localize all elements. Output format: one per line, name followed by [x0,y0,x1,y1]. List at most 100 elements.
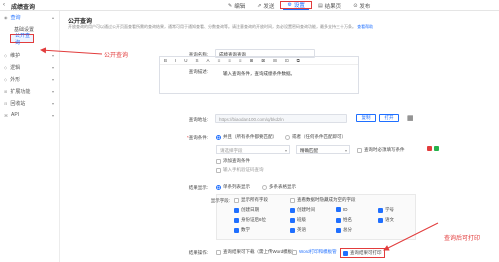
field-checkbox[interactable]: 学号 [378,207,394,213]
trash-icon: ⊟ [4,100,8,106]
align-center-icon[interactable]: ≡ [228,58,231,63]
sidebar-item-extensions[interactable]: ⊞ 扩展功能 ▾ [0,85,59,97]
checkbox-checked [234,227,239,233]
field-checkbox[interactable]: 创建时间 [290,207,315,213]
checkbox [234,197,239,203]
field-checkbox[interactable]: ID [336,207,348,212]
download-checkbox[interactable]: 查询结果可下载（需上传Word模板） [216,249,297,255]
radio-checked [216,134,221,140]
tab-results[interactable]: ▤ 结果页 [312,1,347,10]
link-icon[interactable]: ⊡ [285,58,289,64]
tab-settings[interactable]: ⚙ 设置 [280,1,312,10]
query-url-input[interactable]: https://biaodan100.com/q/bkdzln [215,114,347,123]
strike-icon[interactable]: S [196,58,199,63]
code-icon[interactable]: ⧉ [297,58,300,63]
sidebar-sub-public-query[interactable]: 公开查询 [10,33,34,46]
print-checkbox[interactable]: 查询结果可打印 [340,248,385,258]
radio-unchecked [285,134,290,140]
query-icon: ◉ [4,15,8,20]
doc-icon: ▤ [317,2,323,9]
add-cond-checkbox[interactable]: 添加查询条件 [216,158,250,164]
cond-or-radio[interactable]: 或者（任何条件匹配即可） [285,134,346,140]
chevron-down-icon: ▾ [51,64,54,70]
chevron-down-icon: ▾ [51,88,54,94]
checkbox [290,197,295,203]
field-checkbox[interactable]: 数学 [234,227,250,233]
sidebar-item-api[interactable]: ⌘ API ▾ [0,109,59,121]
checkbox-checked [234,207,239,213]
chevron-up-icon: ▴ [51,15,54,20]
tab-send[interactable]: ⇗ 发送 [251,1,280,10]
edit-icon: ✎ [228,2,233,9]
phone-verify-checkbox[interactable]: 输入手机验证码查询 [216,167,264,173]
publish-icon: ⊙ [353,2,358,9]
table-icon[interactable]: ⊞ [249,58,253,64]
align-right-icon[interactable]: ≡ [239,58,242,63]
help-link[interactable]: 查看帮助 [357,24,373,29]
italic-icon[interactable]: I [175,58,176,63]
chevron-down-icon: ▾ [51,76,54,82]
hide-empty-checkbox[interactable]: 查看数据时隐藏成为空的字段 [290,197,356,203]
checkbox [216,249,221,255]
field-checkbox[interactable]: 英语 [290,227,306,233]
checkbox-checked [336,217,341,223]
chevron-down-icon: ▾ [284,148,287,153]
maintain-icon: ◇ [4,52,8,58]
editor-toolbar: B I U S A ≡ ≡ ≡ ⊞ ⊠ ⊟ ⊡ ⧉ [160,57,358,65]
sidebar-item-logic[interactable]: ◇ 逻辑 ▾ [0,61,59,73]
add-condition-icon[interactable] [434,146,439,151]
single-display-radio[interactable]: 单条列表显示 [216,184,250,190]
checkbox-checked [336,207,341,212]
extension-icon: ⊞ [4,88,8,94]
match-select[interactable]: 精确匹配 ▾ [296,145,350,154]
checkbox [216,158,221,164]
checkbox-checked [343,250,348,256]
page-description: 开放查询的用户可以通过公开页面查看所需的查询结果，通常可用于通知查看、分数查询等… [68,24,374,29]
field-checkbox[interactable]: 创建日期 [234,207,259,213]
field-checkbox[interactable]: 语文 [378,217,394,223]
bold-icon[interactable]: B [164,58,167,63]
query-desc-editor[interactable]: B I U S A ≡ ≡ ≡ ⊞ ⊠ ⊟ ⊡ ⧉ 输入查询条件，查询成绩条件数… [159,56,359,94]
radio-unchecked [262,184,267,190]
copy-button[interactable]: 复制 [356,114,376,122]
sidebar-item-query[interactable]: ◉ 查询 ▴ [0,11,59,24]
list-icon[interactable]: ⊟ [273,58,277,64]
image-icon[interactable]: ⊠ [261,58,265,64]
checkbox [357,147,362,153]
sidebar-item-recycle[interactable]: ⊟ 回收站 ▾ [0,97,59,109]
field-checkbox[interactable]: 总分 [336,227,352,233]
sidebar-item-appearance[interactable]: ◇ 外形 ▾ [0,73,59,85]
field-checkbox[interactable]: 班级 [290,217,306,223]
checkbox-checked [290,207,295,213]
checkbox-checked [234,217,239,223]
checkbox-checked [290,227,295,233]
remove-condition-icon[interactable] [427,146,432,151]
underline-icon[interactable]: U [184,58,187,63]
required-checkbox[interactable]: 查询时必须填写条件 [357,147,405,153]
tab-edit[interactable]: ✎ 编辑 [222,1,251,10]
field-select[interactable]: 请选择字段 ▾ [216,145,290,154]
send-icon: ⇗ [257,2,262,9]
show-all-checkbox[interactable]: 显示所有字段 [234,197,268,203]
checkbox-checked [378,217,383,223]
chevron-left-icon[interactable]: ‹ [3,2,5,8]
result-ops-label: 结果操作: [188,250,208,255]
multi-display-radio[interactable]: 多条表格显示 [262,184,296,190]
annotation-public-query: 公开查询 [104,53,129,59]
chevron-down-icon: ▾ [51,52,54,58]
radio-checked [216,184,221,190]
editor-content[interactable]: 输入查询条件，查询成绩条件数据。 [160,65,358,77]
field-checkbox[interactable]: 身份证后6位 [234,217,266,223]
tab-publish[interactable]: ⊙ 发布 [347,1,376,10]
qr-code-icon[interactable]: ▦ [407,114,414,122]
cond-and-radio[interactable]: 并且（所有条件都要匹配） [216,134,277,140]
query-url-label: 查询地址: [188,117,208,122]
chevron-down-icon: ▾ [51,112,54,118]
align-left-icon[interactable]: ≡ [218,58,221,63]
field-checkbox[interactable]: 姓名 [336,217,352,223]
word-template-link[interactable]: Word打印和模板管 [292,249,337,255]
open-button[interactable]: 打开 [379,114,399,122]
sidebar-item-maintain[interactable]: ◇ 维护 ▾ [0,49,59,61]
top-bar: ‹ 成绩查询 ✎ 编辑 ⇗ 发送 ⚙ 设置 ▤ 结果页 ⊙ 发布 [0,0,499,11]
font-color-icon[interactable]: A [207,58,210,63]
